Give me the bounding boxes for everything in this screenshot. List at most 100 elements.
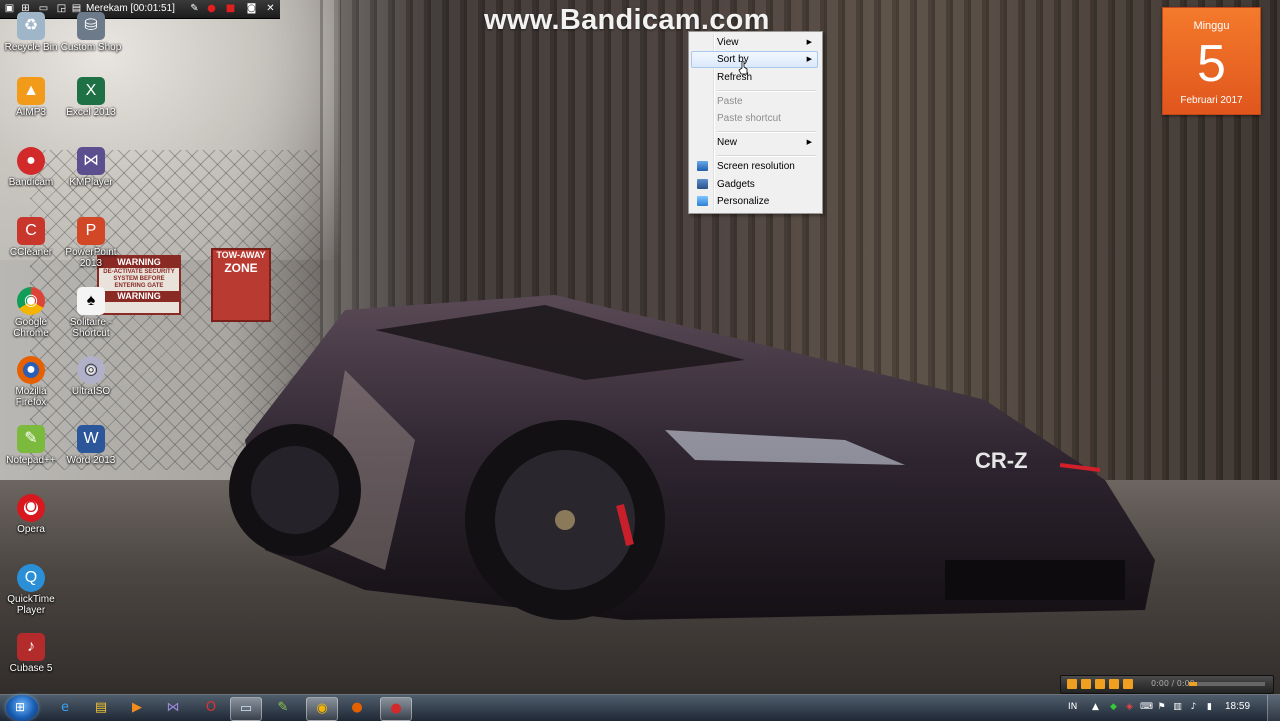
taskbar-item-notepad[interactable]: ▭	[230, 697, 262, 721]
desktop-icon-chrome[interactable]: ◉ Google Chrome	[0, 287, 62, 339]
menu-item-paste-shortcut[interactable]: Paste shortcut	[691, 110, 818, 127]
desktop-icon-solitaire[interactable]: ♠ Solitaire - Shortcut	[60, 287, 122, 339]
menu-item-sort-by[interactable]: Sort by ▶	[691, 51, 818, 68]
desktop-icon-label: Opera	[17, 524, 45, 535]
desktop-icon-bandicam[interactable]: ● Bandicam	[0, 147, 62, 188]
tray-network-icon[interactable]: ▥	[1172, 702, 1183, 713]
taskbar-item-chrome[interactable]: ◉	[306, 697, 338, 721]
taskbar-clock[interactable]: 18:59	[1225, 701, 1250, 712]
mouse-cursor-icon	[738, 61, 748, 75]
word-icon: W	[77, 425, 105, 453]
desktop-icon-label: CCleaner	[9, 247, 53, 258]
submenu-arrow-icon: ▶	[806, 139, 812, 146]
desktop-icon-notepadpp[interactable]: ✎ Notepad++	[0, 425, 62, 466]
taskbar-item-opera[interactable]: O	[196, 697, 226, 719]
kmplayer-icon: ⋈	[166, 700, 180, 715]
menu-item-gadgets[interactable]: Gadgets	[691, 176, 818, 193]
stop-icon[interactable]: ■	[224, 2, 237, 15]
notepad-icon: ▭	[239, 701, 253, 716]
opera-icon: O	[17, 494, 45, 522]
camera-icon[interactable]: ◙	[245, 2, 258, 15]
calendar-gadget[interactable]: Minggu 5 Februari 2017	[1162, 7, 1261, 115]
pencil-icon[interactable]: ✎	[188, 2, 201, 15]
desktop-icon-powerpoint[interactable]: P PowerPoint 2013	[60, 217, 122, 269]
tray-app-icon[interactable]: ◆	[1108, 702, 1119, 713]
desktop-icon-aimp3[interactable]: ▲ AIMP3	[0, 77, 62, 118]
desktop-icon-label: Mozilla Firefox	[15, 386, 47, 408]
recycle-bin-icon: ♻	[17, 12, 45, 40]
tray-expand-icon[interactable]: ▲	[1090, 702, 1101, 713]
taskbar-item-firefox[interactable]: ●	[342, 697, 372, 719]
firefox-icon: ●	[17, 356, 45, 384]
desktop-context-menu: View ▶ Sort by ▶ Refresh Paste Paste sho…	[688, 31, 823, 214]
taskbar-item-kmplayer[interactable]: ⋈	[158, 697, 188, 719]
chrome-icon: ◉	[17, 287, 45, 315]
menu-item-view[interactable]: View ▶	[691, 34, 818, 51]
start-button[interactable]: ⊞	[6, 695, 38, 721]
desktop-icon-ccleaner[interactable]: C CCleaner	[0, 217, 62, 258]
desktop-icon-custom-shop[interactable]: ⛁ Custom Shop	[60, 12, 122, 53]
menu-item-personalize[interactable]: Personalize	[691, 193, 818, 210]
desktop-icon-label: Google Chrome	[13, 317, 49, 339]
tray-keyboard-icon[interactable]: ⌨	[1140, 702, 1153, 713]
menu-item-refresh[interactable]: Refresh	[691, 69, 818, 86]
ultraiso-icon: ◎	[77, 356, 105, 384]
towaway-sign-zone: ZONE	[224, 261, 258, 275]
submenu-arrow-icon: ▶	[806, 56, 812, 63]
aimp3-icon: ▲	[17, 77, 45, 105]
taskbar-item-notepadpp[interactable]: ✎	[268, 697, 298, 719]
taskbar-item-explorer[interactable]: ▤	[86, 697, 116, 719]
calendar-month: Februari 2017	[1180, 95, 1243, 106]
taskbar-item-ie[interactable]: e	[50, 697, 80, 719]
menu-item-screen-resolution[interactable]: Screen resolution	[691, 158, 818, 175]
desktop-wallpaper[interactable]: WARNING DE-ACTIVATE SECURITY SYSTEM BEFO…	[0, 0, 1280, 720]
gadgets-icon	[697, 179, 708, 189]
desktop-icon-label: Cubase 5	[9, 663, 53, 674]
menu-item-label: Personalize	[717, 196, 770, 207]
menu-item-new[interactable]: New ▶	[691, 134, 818, 151]
tray-shield-icon[interactable]: ◈	[1124, 702, 1135, 713]
tray-volume-icon[interactable]: ♪	[1188, 702, 1199, 713]
stop-icon[interactable]	[1109, 679, 1119, 689]
bandicam-icon: ●	[17, 147, 45, 175]
desktop-icon-kmplayer[interactable]: ⋈ KMPlayer	[60, 147, 122, 188]
taskbar-item-bandicam[interactable]: ●	[380, 697, 412, 721]
desktop-icon-ultraiso[interactable]: ◎ UltraISO	[60, 356, 122, 397]
desktop-icon-label: Custom Shop	[60, 42, 122, 53]
player-progress-fill	[1189, 682, 1197, 686]
menu-item-paste[interactable]: Paste	[691, 93, 818, 110]
car-badge: CR-Z	[975, 448, 1028, 473]
desktop-icon-firefox[interactable]: ● Mozilla Firefox	[0, 356, 62, 408]
desktop-icon-label: Word 2013	[66, 455, 116, 466]
desktop-icon-label: Bandicam	[8, 177, 54, 188]
chrome-icon: ◉	[316, 701, 328, 716]
tray-battery-icon[interactable]: ▮	[1204, 702, 1215, 713]
desktop-icon-recycle-bin[interactable]: ♻ Recycle Bin	[0, 12, 62, 53]
tray-flag-icon[interactable]: ⚑	[1156, 702, 1167, 713]
menu-item-label: Paste shortcut	[717, 113, 781, 124]
desktop-icon-cubase[interactable]: ♪ Cubase 5	[0, 633, 62, 674]
desktop-icon-label: QuickTime Player	[7, 594, 55, 616]
player-progress-bar[interactable]	[1189, 682, 1265, 686]
calendar-day: Minggu	[1193, 20, 1230, 32]
kmplayer-icon: ⋈	[77, 147, 105, 175]
custom-shop-icon: ⛁	[77, 12, 105, 40]
taskbar-item-media[interactable]: ▶	[122, 697, 152, 719]
show-desktop-button[interactable]	[1267, 695, 1280, 721]
desktop-icon-quicktime[interactable]: Q QuickTime Player	[0, 564, 62, 616]
menu-item-label: Gadgets	[717, 179, 755, 190]
next-icon[interactable]	[1123, 679, 1133, 689]
prev-icon[interactable]	[1067, 679, 1077, 689]
language-indicator[interactable]: IN	[1068, 702, 1077, 712]
quicktime-icon: Q	[17, 564, 45, 592]
desktop-icon-word[interactable]: W Word 2013	[60, 425, 122, 466]
opera-icon: O	[205, 700, 217, 715]
record-icon[interactable]: ●	[205, 2, 218, 15]
close-icon[interactable]: ✕	[264, 2, 277, 15]
pause-icon[interactable]	[1095, 679, 1105, 689]
menu-item-label: New	[717, 137, 738, 148]
desktop-icon-opera[interactable]: O Opera	[0, 494, 62, 535]
play-icon[interactable]	[1081, 679, 1091, 689]
desktop-icon-excel[interactable]: X Excel 2013	[60, 77, 122, 118]
ccleaner-icon: C	[17, 217, 45, 245]
